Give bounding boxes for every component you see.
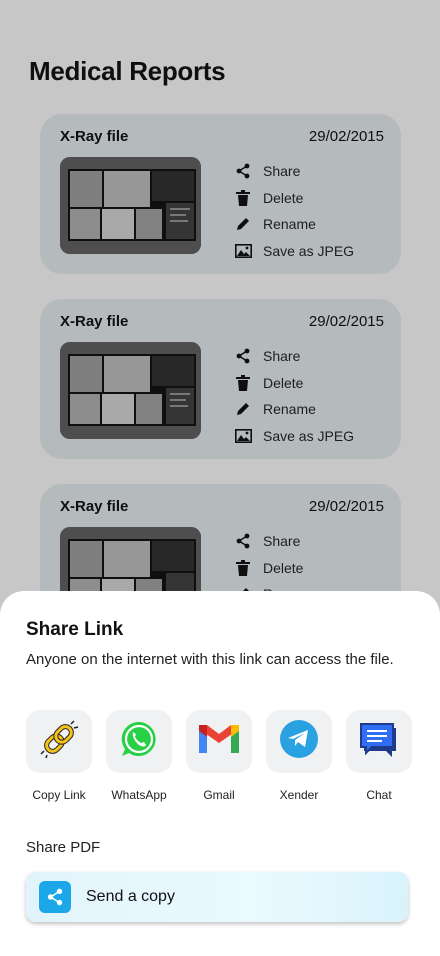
whatsapp-icon <box>120 720 158 763</box>
option-label: WhatsApp <box>111 788 167 802</box>
share-option-gmail[interactable]: Gmail <box>186 710 252 802</box>
share-option-xender[interactable]: Xender <box>266 710 332 802</box>
option-label: Xender <box>279 788 319 802</box>
share-option-chat[interactable]: Chat <box>346 710 412 802</box>
send-copy-label: Send a copy <box>86 888 175 905</box>
gmail-icon <box>196 721 242 762</box>
option-label: Copy Link <box>32 788 86 802</box>
share-icon <box>39 881 71 913</box>
telegram-icon <box>279 719 319 764</box>
sheet-title: Share Link <box>26 619 124 640</box>
share-sheet: Share Link Anyone on the internet with t… <box>0 591 440 956</box>
chat-icon <box>358 719 400 764</box>
share-pdf-label: Share PDF <box>26 839 101 856</box>
link-icon <box>38 718 80 765</box>
share-option-copy-link[interactable]: Copy Link <box>26 710 92 802</box>
share-option-whatsapp[interactable]: WhatsApp <box>106 710 172 802</box>
send-copy-button[interactable]: Send a copy <box>26 872 408 922</box>
option-label: Gmail <box>203 788 235 802</box>
sheet-description: Anyone on the internet with this link ca… <box>26 651 394 668</box>
option-label: Chat <box>366 788 392 802</box>
